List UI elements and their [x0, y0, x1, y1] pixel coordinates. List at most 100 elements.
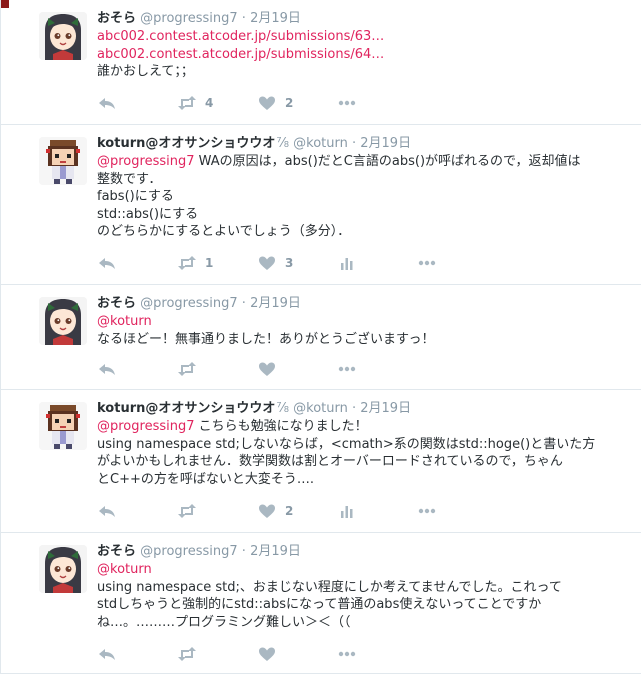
like-button[interactable]: 2	[257, 501, 293, 521]
reply-icon	[97, 503, 117, 519]
more-button[interactable]	[417, 253, 437, 273]
tweet[interactable]: koturn@オオサンショウウオ⅞ @koturn · 2月19日 @progre…	[1, 390, 641, 533]
tweet-actions	[97, 359, 417, 379]
tweet-timestamp[interactable]: 2月19日	[360, 401, 411, 416]
tweet-text-line: @koturn	[97, 561, 617, 579]
tweet-timestamp[interactable]: 2月19日	[360, 136, 411, 151]
heart-icon	[257, 503, 277, 519]
tweet-header: おそら @progressing7 · 2月19日	[97, 10, 301, 27]
like-count: 2	[285, 96, 294, 110]
author-badge: ⅞	[276, 136, 289, 151]
tweet[interactable]: おそら @progressing7 · 2月19日 @koturn なるほどー！無事…	[1, 285, 641, 390]
reply-icon	[97, 95, 117, 111]
separator-dot: ·	[351, 136, 357, 151]
tweet-timestamp[interactable]: 2月19日	[250, 296, 301, 311]
more-icon	[417, 503, 437, 519]
author-screenname[interactable]: @progressing7	[140, 544, 238, 559]
retweet-icon	[177, 95, 197, 111]
author-fullname[interactable]: koturn@オオサンショウウオ	[97, 401, 275, 416]
like-count: 3	[285, 256, 294, 270]
mention-link[interactable]: @koturn	[97, 562, 152, 577]
tweet-actions: 2	[97, 501, 436, 521]
avatar[interactable]	[39, 137, 87, 185]
reply-icon	[97, 646, 117, 662]
heart-icon	[257, 361, 277, 377]
author-screenname[interactable]: @progressing7	[140, 296, 238, 311]
tweet-text: @koturn using namespace std;、おまじない程度にしか考え…	[97, 561, 617, 631]
separator-dot: ·	[351, 401, 357, 416]
more-button[interactable]	[337, 93, 357, 113]
author-fullname[interactable]: おそら	[97, 296, 136, 311]
tweet-text-line: using namespace std;、おまじない程度にしか考えてませんでした…	[97, 579, 562, 595]
author-screenname[interactable]: @koturn	[293, 401, 348, 416]
reply-icon	[97, 255, 117, 271]
separator-dot: ·	[241, 11, 246, 26]
tweet-text-span: こちらも勉強になりました！	[194, 419, 368, 434]
author-screenname[interactable]: @progressing7	[140, 11, 238, 26]
analytics-icon	[337, 503, 357, 519]
retweet-button[interactable]: 4	[177, 93, 213, 113]
tweet-header: おそら @progressing7 · 2月19日	[97, 295, 301, 312]
avatar[interactable]	[39, 402, 87, 450]
like-count: 2	[285, 504, 294, 518]
tweet[interactable]: おそら @progressing7 · 2月19日 @koturn using na…	[1, 533, 641, 674]
tweet-text-line: @progressing7 こちらも勉強になりました！	[97, 418, 617, 436]
tweet[interactable]: koturn@オオサンショウウオ⅞ @koturn · 2月19日 @progre…	[1, 125, 641, 285]
tweet-timestamp[interactable]: 2月19日	[250, 11, 301, 26]
reply-button[interactable]	[97, 644, 117, 664]
tweet-actions: 42	[97, 93, 417, 113]
retweet-button[interactable]: 1	[177, 253, 213, 273]
mention-link[interactable]: @progressing7	[97, 419, 195, 434]
tweet-actions	[97, 644, 417, 664]
tweet-text-line: using namespace std;しないならば，<cmath>系の関数はs…	[97, 436, 596, 452]
tweet-text: @progressing7 こちらも勉強になりました！ using namespa…	[97, 418, 617, 488]
retweet-icon	[177, 255, 197, 271]
author-fullname[interactable]: おそら	[97, 544, 136, 559]
mention-link[interactable]: @progressing7	[97, 154, 195, 169]
retweet-count: 1	[205, 256, 214, 270]
tweet-text: @progressing7 WAの原因は，abs()だとC言語のabs()が呼ば…	[97, 153, 617, 241]
analytics-icon	[337, 255, 357, 271]
author-fullname[interactable]: おそら	[97, 11, 136, 26]
avatar[interactable]	[39, 545, 87, 593]
more-button[interactable]	[337, 359, 357, 379]
more-button[interactable]	[417, 501, 437, 521]
tweet-text-line: fabs()にする	[97, 189, 174, 204]
reply-button[interactable]	[97, 359, 117, 379]
analytics-button[interactable]	[337, 253, 357, 273]
avatar[interactable]	[39, 297, 87, 345]
avatar[interactable]	[39, 12, 87, 60]
like-button[interactable]	[257, 644, 285, 664]
reply-button[interactable]	[97, 93, 117, 113]
more-icon	[417, 255, 437, 271]
tweet-text-span: WAの原因は，abs()だとC言語のabs()が呼ばれるので，返却値は	[194, 154, 581, 169]
retweet-count: 4	[205, 96, 214, 110]
like-button[interactable]: 2	[257, 93, 293, 113]
author-fullname[interactable]: koturn@オオサンショウウオ	[97, 136, 275, 151]
tweet-text-line: ね…。………プログラミング難しい＞＜（（	[97, 614, 351, 630]
more-button[interactable]	[337, 644, 357, 664]
retweet-button[interactable]	[177, 501, 205, 521]
heart-icon	[257, 95, 277, 111]
mention-link[interactable]: @koturn	[97, 314, 152, 329]
url-link[interactable]: abc002.contest.atcoder.jp/submissions/63…	[97, 29, 384, 44]
tweet-text-line: stdしちゃうと強制的にstd::absになって普通のabs使えないってことです…	[97, 597, 542, 612]
tweet-timestamp[interactable]: 2月19日	[250, 544, 301, 559]
analytics-button[interactable]	[337, 501, 357, 521]
tweet-header: koturn@オオサンショウウオ⅞ @koturn · 2月19日	[97, 400, 411, 417]
reply-icon	[97, 361, 117, 377]
retweet-button[interactable]	[177, 644, 205, 664]
reply-button[interactable]	[97, 253, 117, 273]
tweet-text-line: のどちらかにするとよいでしょう（多分）．	[97, 224, 351, 239]
like-button[interactable]: 3	[257, 253, 293, 273]
tweet-text-line: なるほどー！無事通りました！ありがとうございますっ！	[97, 331, 435, 347]
like-button[interactable]	[257, 359, 285, 379]
more-icon	[337, 95, 357, 111]
retweet-button[interactable]	[177, 359, 205, 379]
tweet-text-line: @koturn	[97, 313, 617, 331]
author-screenname[interactable]: @koturn	[293, 136, 348, 151]
tweet-text-line: 誰かおしえて；；	[97, 64, 194, 79]
reply-button[interactable]	[97, 501, 117, 521]
url-link[interactable]: abc002.contest.atcoder.jp/submissions/64…	[97, 47, 384, 62]
tweet[interactable]: おそら @progressing7 · 2月19日 abc002.contest.…	[1, 0, 641, 125]
